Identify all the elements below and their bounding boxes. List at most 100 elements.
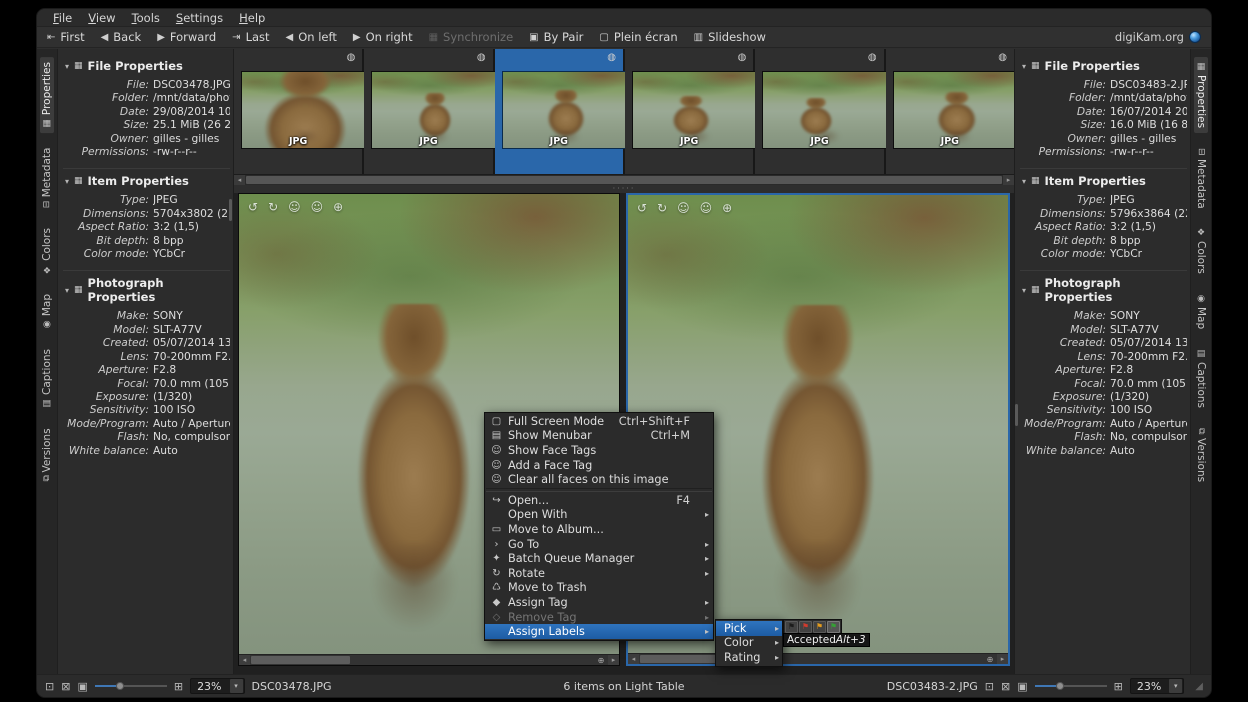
collapse-icon[interactable]: ▾ <box>1022 62 1026 71</box>
context-menu-item[interactable]: ↻ Rotate <box>485 566 713 581</box>
context-menu-item[interactable]: ◆ Assign Tag <box>485 595 713 610</box>
submenu-item[interactable]: Pick <box>716 621 782 636</box>
pane-tool-icon[interactable]: ☺ <box>311 200 324 214</box>
pane-tool-icon[interactable]: ☺ <box>700 201 713 215</box>
pane-tool-icon[interactable]: ☺ <box>677 201 690 215</box>
context-menu-item[interactable]: ☺ Add a Face Tag <box>485 458 713 473</box>
pick-flag-button[interactable]: ⚑ <box>785 621 798 633</box>
toolbar-button[interactable]: ⇥ Last <box>232 30 269 44</box>
sidebar-tab[interactable]: ❖ Colors <box>40 223 54 279</box>
pane-tool-icon[interactable]: ↻ <box>268 200 278 214</box>
menubar-item[interactable]: File <box>45 10 80 26</box>
sidebar-tab[interactable]: ⧉ Versions <box>40 423 54 487</box>
slider-thumb[interactable] <box>1056 682 1064 690</box>
collapse-icon[interactable]: ▾ <box>65 62 69 71</box>
toolbar-button[interactable]: ▦ Synchronize <box>429 30 514 44</box>
thumbnail[interactable]: ◍ JPG <box>625 49 753 174</box>
scrollbar-thumb[interactable] <box>1015 404 1018 426</box>
panel-scrollbar[interactable] <box>1015 49 1019 674</box>
sidebar-tab[interactable]: ⊟ Metadata <box>1194 143 1208 213</box>
pane-tool-icon[interactable]: ↺ <box>637 201 647 215</box>
pan-icon[interactable]: ⊕ <box>595 655 607 665</box>
zoom-mode-icon[interactable]: ▣ <box>1017 680 1027 693</box>
scroll-right-icon[interactable]: ▸ <box>1003 175 1014 185</box>
toolbar-button[interactable]: ▢ Plein écran <box>599 30 677 44</box>
section-header[interactable]: ▾ ▦ Photograph Properties <box>63 274 230 309</box>
pane-tool-icon[interactable]: ⊕ <box>722 201 732 215</box>
pick-flag-button[interactable]: ⚑ <box>813 621 826 633</box>
menubar-item[interactable]: Help <box>231 10 273 26</box>
pan-icon[interactable]: ⊕ <box>984 654 996 664</box>
splitter-handle[interactable]: ····· <box>234 185 1014 193</box>
pane-scrollbar[interactable]: ◂ ⊕ ▸ <box>628 653 1008 664</box>
scroll-left-icon[interactable]: ◂ <box>628 654 639 664</box>
digikam-brand-link[interactable]: digiKam.org <box>1115 30 1201 44</box>
thumbbar-scrollbar[interactable]: ◂ ▸ <box>234 174 1014 185</box>
panel-scrollbar[interactable] <box>229 49 233 674</box>
zoom-select-icon[interactable]: ⊞ <box>1114 680 1123 693</box>
context-menu-item[interactable]: › Go To <box>485 537 713 552</box>
sidebar-tab[interactable]: ◉ Map <box>40 289 54 334</box>
context-menu-item[interactable]: ▭ Move to Album... <box>485 522 713 537</box>
pick-flag-button[interactable]: ⚑ <box>799 621 812 633</box>
context-menu-item[interactable]: ☺ Show Face Tags <box>485 443 713 458</box>
section-header[interactable]: ▾ ▦ Item Properties <box>1020 172 1187 193</box>
zoom-select-icon[interactable]: ⊞ <box>174 680 183 693</box>
scroll-left-icon[interactable]: ◂ <box>239 655 250 665</box>
section-header[interactable]: ▾ ▦ Item Properties <box>63 172 230 193</box>
scrollbar-thumb[interactable] <box>229 199 232 221</box>
pane-scrollbar[interactable]: ◂ ⊕ ▸ <box>239 654 619 665</box>
chevron-down-icon[interactable]: ▾ <box>230 679 243 693</box>
toolbar-button[interactable]: ▥ Slideshow <box>694 30 766 44</box>
submenu-item[interactable]: Color <box>716 636 782 651</box>
right-zoom-slider[interactable] <box>1035 681 1107 691</box>
sidebar-tab[interactable]: ▤ Captions <box>1194 344 1208 413</box>
collapse-icon[interactable]: ▾ <box>65 286 69 295</box>
sidebar-tab[interactable]: ❖ Colors <box>1194 223 1208 279</box>
zoom-mode-icon[interactable]: ▣ <box>77 680 87 693</box>
zoom-mode-icon[interactable]: ⊡ <box>985 680 994 693</box>
thumbnail[interactable]: ◍ JPG <box>755 49 883 174</box>
chevron-down-icon[interactable]: ▾ <box>1169 679 1182 693</box>
scroll-right-icon[interactable]: ▸ <box>608 655 619 665</box>
context-menu-item[interactable]: ↪ Open... F4 <box>485 493 713 508</box>
context-menu-item[interactable]: ◇ Remove Tag <box>485 610 713 625</box>
pane-tool-icon[interactable]: ☺ <box>288 200 301 214</box>
pane-tool-icon[interactable]: ↻ <box>657 201 667 215</box>
pick-flag-button[interactable]: ⚑ <box>827 621 840 633</box>
left-zoom-slider[interactable] <box>95 681 167 691</box>
context-menu-item[interactable]: ✦ Batch Queue Manager <box>485 551 713 566</box>
context-menu-item[interactable] <box>486 488 712 492</box>
collapse-icon[interactable]: ▾ <box>1022 177 1026 186</box>
pane-tool-icon[interactable]: ⊕ <box>333 200 343 214</box>
scrollbar-thumb[interactable] <box>246 176 1002 184</box>
scrollbar-thumb[interactable] <box>251 656 350 664</box>
menubar-item[interactable]: Settings <box>168 10 231 26</box>
sidebar-tab[interactable]: ⧉ Versions <box>1194 423 1208 487</box>
toolbar-button[interactable]: ▶ Forward <box>157 30 216 44</box>
toolbar-button[interactable]: ⇤ First <box>47 30 85 44</box>
thumbnail[interactable]: ◍ JPG <box>495 49 623 174</box>
sidebar-tab[interactable]: ▦ Properties <box>40 57 54 133</box>
context-menu-item[interactable]: ☺ Clear all faces on this image <box>485 472 713 487</box>
resize-grip[interactable]: ◢ <box>1195 681 1203 692</box>
thumbnail[interactable]: ◍ JPG <box>364 49 492 174</box>
toolbar-button[interactable]: ▣ By Pair <box>529 30 583 44</box>
thumbnail[interactable]: ◍ JPG <box>886 49 1014 174</box>
toolbar-button[interactable]: ◀ On left <box>286 30 337 44</box>
thumbnail[interactable]: ◍ JPG <box>234 49 362 174</box>
pane-tool-icon[interactable]: ↺ <box>248 200 258 214</box>
section-header[interactable]: ▾ ▦ Photograph Properties <box>1020 274 1187 309</box>
sidebar-tab[interactable]: ◉ Map <box>1194 289 1208 334</box>
menubar-item[interactable]: View <box>80 10 123 26</box>
toolbar-button[interactable]: ▶ On right <box>353 30 413 44</box>
right-zoom-combo[interactable]: 23% ▾ <box>1130 678 1184 694</box>
section-header[interactable]: ▾ ▦ File Properties <box>63 57 230 78</box>
context-menu-item[interactable]: ♺ Move to Trash <box>485 581 713 596</box>
section-header[interactable]: ▾ ▦ File Properties <box>1020 57 1187 78</box>
sidebar-tab[interactable]: ⊟ Metadata <box>40 143 54 213</box>
collapse-icon[interactable]: ▾ <box>1022 286 1026 295</box>
scroll-right-icon[interactable]: ▸ <box>997 654 1008 664</box>
context-menu-item[interactable]: Assign Labels <box>485 624 713 639</box>
left-zoom-combo[interactable]: 23% ▾ <box>190 678 244 694</box>
